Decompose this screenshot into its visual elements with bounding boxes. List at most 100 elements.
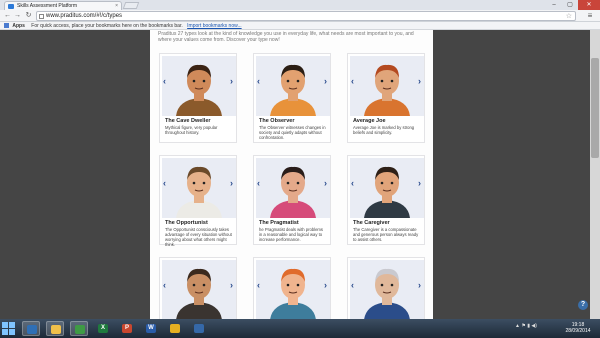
type-name: The Opportunist xyxy=(165,220,208,226)
favicon-icon xyxy=(8,4,14,9)
tab-title: Skills Assessment Platform xyxy=(17,3,78,9)
next-arrow-icon[interactable]: › xyxy=(324,178,327,188)
taskbar-app-icon xyxy=(75,325,85,334)
taskbar-app-button[interactable]: X xyxy=(94,321,112,336)
tab-skills-assessment[interactable]: Skills Assessment Platform × xyxy=(4,1,122,10)
taskbar-app-button[interactable] xyxy=(22,321,40,336)
character-portrait xyxy=(162,56,236,116)
next-arrow-icon[interactable]: › xyxy=(418,76,421,86)
type-description: The Opportunist consciously takes advant… xyxy=(165,227,232,246)
type-name: The Cave Dweller xyxy=(165,118,211,124)
minimize-button[interactable]: – xyxy=(546,0,562,10)
start-button[interactable] xyxy=(2,322,15,335)
browser-toolbar: ← → ↻ www.praditus.com/#!/c/types ☆ ≡ xyxy=(0,10,600,22)
previous-arrow-icon[interactable]: ‹ xyxy=(257,178,260,188)
taskbar-app-icon: W xyxy=(146,324,156,333)
tab-strip: Skills Assessment Platform × – ▢ ✕ xyxy=(0,0,600,10)
taskbar-app-button[interactable] xyxy=(190,321,208,336)
next-arrow-icon[interactable]: › xyxy=(418,280,421,290)
type-description: Mythical figure, very popular throughout… xyxy=(165,125,218,135)
previous-arrow-icon[interactable]: ‹ xyxy=(163,178,166,188)
close-window-button[interactable]: ✕ xyxy=(578,0,600,10)
type-card[interactable]: ‹ › The Wizard The Wizard... xyxy=(347,257,425,319)
apps-button[interactable]: Apps xyxy=(12,23,25,29)
scrollbar-thumb[interactable] xyxy=(591,58,599,158)
tab-close-icon[interactable]: × xyxy=(115,3,118,9)
taskbar-app-icon xyxy=(194,324,204,333)
previous-arrow-icon[interactable]: ‹ xyxy=(163,76,166,86)
character-illustration xyxy=(364,64,410,116)
system-tray[interactable]: ▲ ⚑ ▮ ◀) xyxy=(515,323,537,329)
next-arrow-icon[interactable]: › xyxy=(418,178,421,188)
reload-button[interactable]: ↻ xyxy=(24,12,33,20)
bookmark-star-icon[interactable]: ☆ xyxy=(566,12,572,21)
bookmarks-hint: For quick access, place your bookmarks h… xyxy=(31,23,183,29)
url-text: www.praditus.com/#!/c/types xyxy=(46,13,123,19)
character-portrait xyxy=(350,56,424,116)
character-illustration xyxy=(364,166,410,218)
back-button[interactable]: ← xyxy=(3,12,12,20)
type-description: The Caregiver is a compassionate and gen… xyxy=(353,227,419,242)
maximize-button[interactable]: ▢ xyxy=(562,0,578,10)
previous-arrow-icon[interactable]: ‹ xyxy=(351,280,354,290)
type-description: The Observer witnesses changes in societ… xyxy=(259,125,326,140)
type-card[interactable]: ‹ › The Observer The Observer witnesses … xyxy=(253,53,331,143)
bookmarks-bar: Apps For quick access, place your bookma… xyxy=(0,22,600,30)
taskbar-app-icon xyxy=(51,325,61,334)
type-card[interactable]: ‹ › The Opportunist The Opportunist cons… xyxy=(159,155,237,246)
type-name: The Observer xyxy=(259,118,295,124)
type-description: Average Joe is marked by strong beliefs … xyxy=(353,125,415,135)
next-arrow-icon[interactable]: › xyxy=(324,280,327,290)
type-card[interactable]: ‹ › The Improviser The Improviser reacts… xyxy=(253,257,331,319)
character-portrait xyxy=(256,56,330,116)
type-description: he Pragmatist deals with problems in a r… xyxy=(259,227,324,242)
type-card[interactable]: ‹ › The Pragmatist he Pragmatist deals w… xyxy=(253,155,331,245)
next-arrow-icon[interactable]: › xyxy=(230,76,233,86)
previous-arrow-icon[interactable]: ‹ xyxy=(163,280,166,290)
type-name: The Pragmatist xyxy=(259,220,299,226)
character-illustration xyxy=(270,166,316,218)
taskbar-app-button[interactable]: W xyxy=(142,321,160,336)
character-illustration xyxy=(270,64,316,116)
taskbar-app-icon: X xyxy=(98,324,108,333)
type-name: Average Joe xyxy=(353,118,386,124)
taskbar-app-button[interactable] xyxy=(166,321,184,336)
taskbar-app-icon: P xyxy=(122,324,132,333)
taskbar-app-button[interactable] xyxy=(70,321,88,336)
clock[interactable]: 19:18 28/09/2014 xyxy=(560,322,596,334)
next-arrow-icon[interactable]: › xyxy=(230,280,233,290)
previous-arrow-icon[interactable]: ‹ xyxy=(351,178,354,188)
character-illustration xyxy=(270,268,316,319)
type-card[interactable]: ‹ › Average Joe Average Joe is marked by… xyxy=(347,53,425,143)
taskbar-app-button[interactable]: P xyxy=(118,321,136,336)
character-portrait xyxy=(162,260,236,319)
taskbar-app-button[interactable] xyxy=(46,321,64,336)
character-illustration xyxy=(176,64,222,116)
character-portrait xyxy=(256,260,330,319)
type-card[interactable]: ‹ › The Cave Dweller Mythical figure, ve… xyxy=(159,53,237,143)
character-illustration xyxy=(364,268,410,319)
import-bookmarks-link[interactable]: Import bookmarks now... xyxy=(187,23,241,29)
help-button[interactable]: ? xyxy=(578,300,588,310)
page-viewport: Praditus 27 types look at the kind of kn… xyxy=(0,30,600,319)
types-page: Praditus 27 types look at the kind of kn… xyxy=(150,30,433,319)
next-arrow-icon[interactable]: › xyxy=(324,76,327,86)
taskbar-app-icon xyxy=(27,325,37,334)
apps-grid-icon[interactable] xyxy=(4,23,9,29)
type-card[interactable]: ‹ › The Caregiver The Caregiver is a com… xyxy=(347,155,425,245)
forward-button[interactable]: → xyxy=(13,12,22,20)
page-scrollbar[interactable] xyxy=(590,30,600,319)
address-bar[interactable]: www.praditus.com/#!/c/types ☆ xyxy=(36,11,576,21)
previous-arrow-icon[interactable]: ‹ xyxy=(257,76,260,86)
character-illustration xyxy=(176,268,222,319)
previous-arrow-icon[interactable]: ‹ xyxy=(351,76,354,86)
next-arrow-icon[interactable]: › xyxy=(230,178,233,188)
character-portrait xyxy=(162,158,236,218)
previous-arrow-icon[interactable]: ‹ xyxy=(257,280,260,290)
chrome-menu-icon[interactable]: ≡ xyxy=(584,11,596,21)
new-tab-button[interactable] xyxy=(122,2,140,9)
windows-taskbar: X P W ▲ ⚑ ▮ ◀) 19:18 28/09/2014 xyxy=(0,319,600,338)
type-card[interactable]: ‹ › The Hunter xyxy=(159,257,237,319)
character-portrait xyxy=(256,158,330,218)
character-portrait xyxy=(350,260,424,319)
